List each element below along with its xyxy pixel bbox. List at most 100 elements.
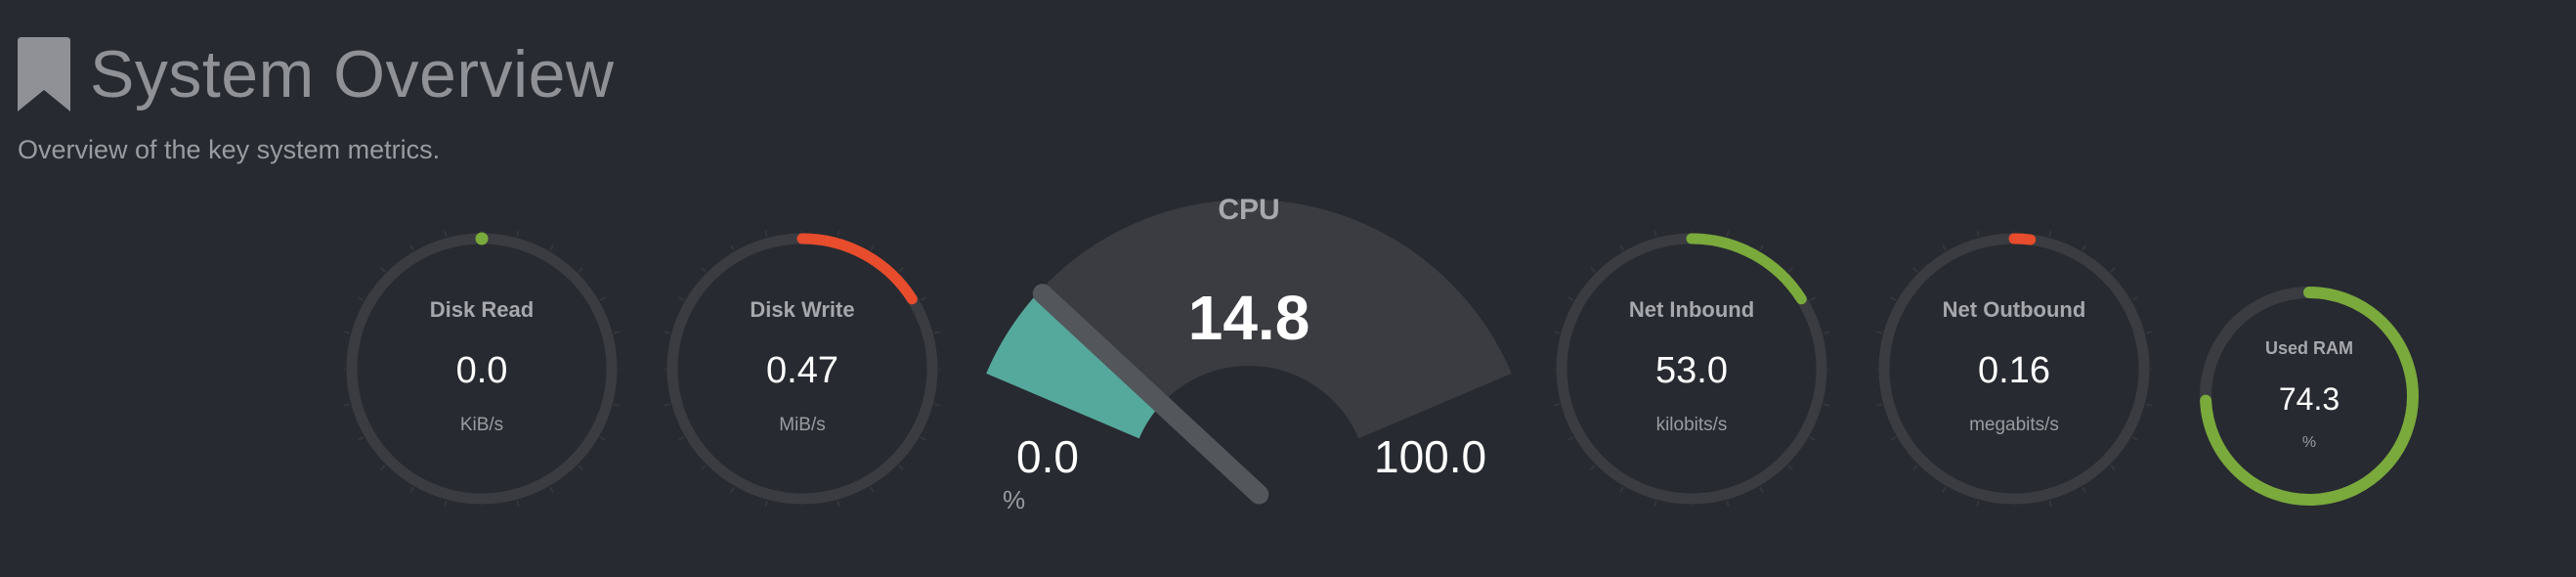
gauge-tick — [1759, 244, 1764, 251]
gauge-tick — [837, 500, 840, 507]
gauge-tick — [870, 486, 875, 493]
gauge-tick — [678, 436, 685, 441]
gauge-tick — [1809, 436, 1816, 441]
gauge-tick — [665, 331, 671, 334]
disk-read-gauge: Disk Read 0.0 KiB/s — [344, 231, 620, 507]
gauge-tick — [1726, 500, 1730, 507]
gauge-tick — [1787, 465, 1793, 470]
gauge-tick — [1823, 403, 1829, 407]
cpu-unit: % — [1003, 485, 1026, 514]
gauge-tick — [1554, 403, 1561, 407]
gauge-tick — [1912, 267, 1918, 273]
gauge-tick — [409, 486, 414, 493]
gauge-tick — [933, 403, 940, 407]
gauge-tick — [444, 500, 448, 507]
gauge-tick — [380, 267, 386, 273]
gauge-tick — [599, 436, 606, 441]
gauge-tick — [764, 231, 768, 238]
gauge-tick — [1726, 231, 1730, 238]
gauge-tick — [380, 465, 386, 470]
gauge-tick — [2082, 244, 2086, 251]
gauge-tick — [1942, 486, 1947, 493]
gauge-tick — [549, 486, 554, 493]
gauge-tick — [1912, 465, 1918, 470]
gauge-tick — [344, 331, 351, 334]
gauge-tick — [920, 436, 926, 441]
gauge-tick — [665, 403, 671, 407]
gauge-tick — [1942, 244, 1947, 251]
cpu-gauge: CPU 14.8 0.0 100.0 % — [977, 186, 1524, 538]
gauge-tick — [2048, 500, 2052, 507]
disk-read-value: 0.0 — [455, 350, 508, 391]
gauge-level-arc — [796, 233, 918, 305]
gauge-tick — [1653, 231, 1657, 238]
used-ram-gauge: Used RAM 74.3 % — [2199, 286, 2420, 507]
gauge-tick — [2110, 465, 2116, 470]
gauge-tick — [409, 244, 414, 251]
gauge-tick — [1590, 267, 1596, 273]
net-inbound-title: Net Inbound — [1628, 297, 1755, 322]
gauge-tick — [516, 231, 520, 238]
net-outbound-unit: megabits/s — [1969, 415, 2059, 435]
disk-write-title: Disk Write — [750, 297, 855, 322]
net-outbound-gauge: Net Outbound 0.16 megabits/s — [1876, 231, 2152, 507]
gauge-tick — [701, 465, 707, 470]
used-ram-value: 74.3 — [2278, 381, 2340, 417]
gauge-tick — [578, 267, 583, 273]
gauge-level-dot — [475, 232, 489, 245]
gauge-tick — [2131, 436, 2138, 441]
gauge-tick — [1823, 331, 1829, 334]
cpu-value: 14.8 — [1187, 283, 1310, 353]
gauge-tick — [1619, 486, 1624, 493]
gauge-tick — [613, 403, 620, 407]
gauge-tick — [549, 244, 554, 251]
page-title: System Overview — [90, 37, 615, 111]
gauge-tick — [2145, 331, 2152, 334]
gauge-tick — [701, 267, 707, 273]
gauge-tick — [444, 231, 448, 238]
gauge-tick — [578, 465, 583, 470]
gauge-tick — [1759, 486, 1764, 493]
bookmark-icon — [18, 37, 70, 111]
disk-read-title: Disk Read — [429, 297, 535, 322]
cpu-dial — [986, 199, 1512, 505]
net-inbound-unit: kilobits/s — [1655, 415, 1728, 435]
gauge-level-arc — [2008, 233, 2037, 245]
gauge-tick — [898, 465, 904, 470]
gauge-tick — [358, 436, 365, 441]
disk-write-gauge: Disk Write 0.47 MiB/s — [665, 231, 940, 507]
cpu-min-label: 0.0 — [1016, 431, 1079, 482]
gauge-tick — [2145, 403, 2152, 407]
gauge-level-arc — [1686, 233, 1807, 305]
gauge-tick — [1890, 436, 1897, 441]
disk-write-unit: MiB/s — [779, 415, 826, 435]
gauge-tick — [1590, 465, 1596, 470]
gauge-tick — [344, 403, 351, 407]
gauge-tick — [1567, 436, 1574, 441]
gauge-tick — [1787, 267, 1793, 273]
gauge-tick — [898, 267, 904, 273]
disk-write-value: 0.47 — [766, 350, 838, 391]
gauge-tick — [1653, 500, 1657, 507]
net-outbound-title: Net Outbound — [1942, 297, 2086, 322]
net-outbound-value: 0.16 — [1978, 350, 2050, 391]
gauge-tick — [764, 500, 768, 507]
gauge-tick — [613, 331, 620, 334]
gauge-tick — [730, 244, 735, 251]
gauge-tick — [1554, 331, 1561, 334]
gauge-tick — [2110, 267, 2116, 273]
gauge-tick — [870, 244, 875, 251]
gauge-tick — [1976, 500, 1980, 507]
page-subtitle: Overview of the key system metrics. — [18, 135, 441, 164]
net-inbound-gauge: Net Inbound 53.0 kilobits/s — [1554, 231, 1829, 507]
cpu-title: CPU — [1218, 194, 1280, 226]
used-ram-unit: % — [2301, 434, 2317, 451]
disk-read-unit: KiB/s — [459, 415, 504, 435]
gauge-tick — [1976, 231, 1980, 238]
page-header: System Overview — [18, 35, 615, 113]
used-ram-title: Used RAM — [2264, 338, 2353, 358]
gauge-tick — [2048, 231, 2052, 238]
gauge-tick — [837, 231, 840, 238]
gauge-tick — [1876, 331, 1883, 334]
gauge-tick — [516, 500, 520, 507]
